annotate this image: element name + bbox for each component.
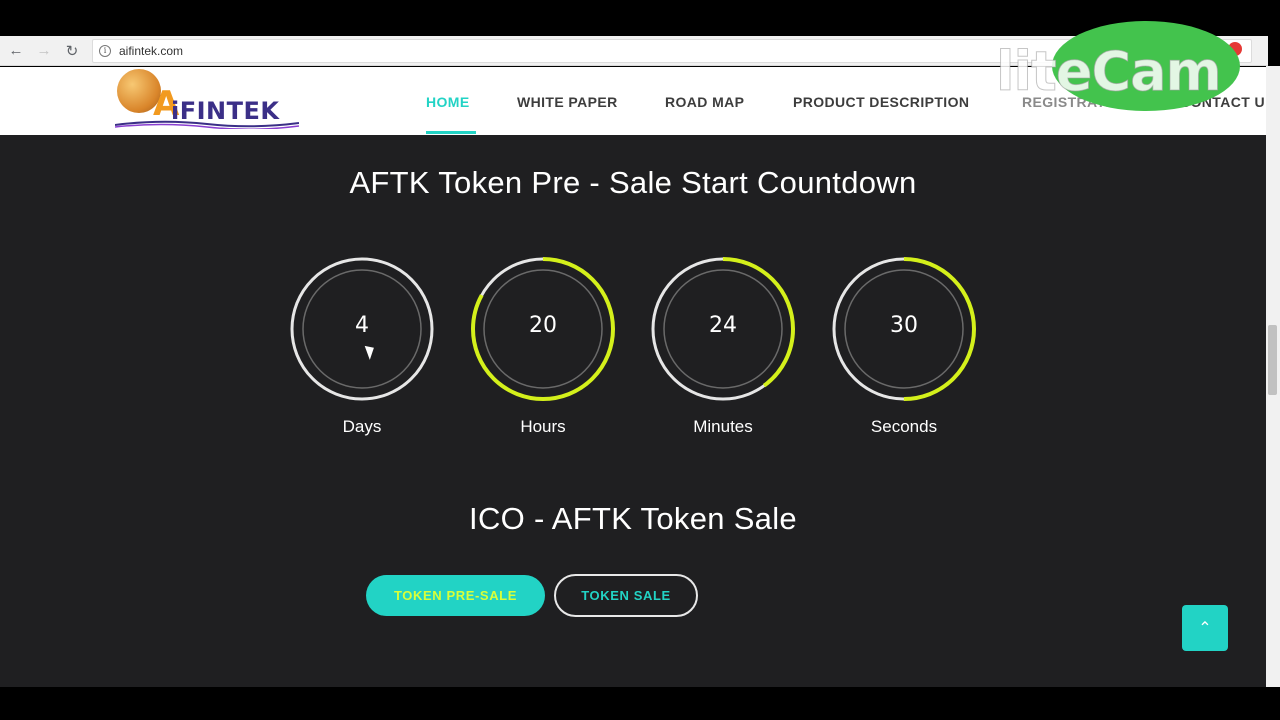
arrow-right-icon[interactable]: → (32, 39, 56, 63)
logo-swoosh (115, 120, 299, 129)
minutes-label: Minutes (693, 417, 753, 436)
hours-label: Hours (520, 417, 566, 436)
arrow-left-icon[interactable]: ← (4, 39, 28, 63)
recorder-watermark: liteCam (996, 40, 1223, 104)
token-presale-button[interactable]: TOKEN PRE-SALE (366, 575, 545, 616)
nav-home[interactable]: HOME (426, 94, 470, 110)
url-text: aifintek.com (119, 43, 184, 58)
sale-title: ICO - AFTK Token Sale (469, 501, 797, 536)
nav-white-paper[interactable]: WHITE PAPER (517, 94, 618, 110)
countdown-timer: 4 Days 20 Hours 24 Minutes 30 Seconds (0, 256, 1266, 456)
minutes-value: 24 (709, 313, 737, 338)
scrollbar-thumb[interactable] (1268, 325, 1277, 395)
screen-bottom-border (0, 687, 1280, 720)
reload-icon[interactable]: ↻ (60, 39, 84, 63)
days-value: 4 (355, 313, 369, 338)
hours-value: 20 (529, 313, 557, 338)
info-icon[interactable]: i (99, 44, 111, 57)
countdown-title: AFTK Token Pre - Sale Start Countdown (349, 165, 917, 200)
seconds-label: Seconds (870, 417, 938, 436)
seconds-value: 30 (890, 313, 918, 338)
nav-road-map[interactable]: ROAD MAP (665, 94, 744, 110)
chevron-up-icon[interactable]: ⌃ (1182, 605, 1228, 651)
token-sale-button[interactable]: TOKEN SALE (554, 574, 698, 617)
nav-product-description[interactable]: PRODUCT DESCRIPTION (793, 94, 969, 110)
site-logo[interactable]: A iFINTEK (113, 67, 303, 133)
days-label: Days (342, 417, 382, 436)
active-nav-indicator (426, 131, 476, 134)
